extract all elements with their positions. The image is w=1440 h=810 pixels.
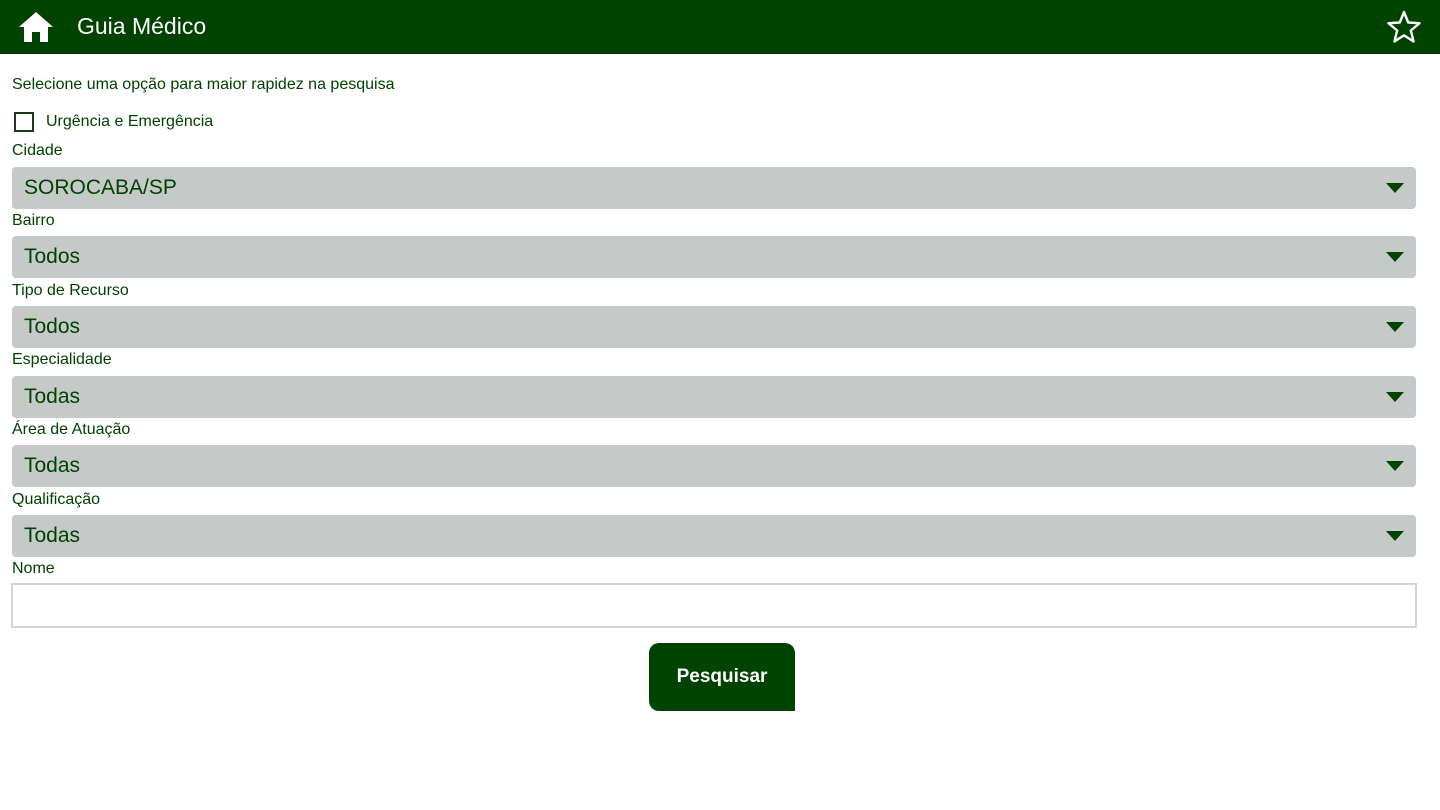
qualification-label: Qualificação [12, 491, 101, 508]
chevron-down-icon [1386, 531, 1404, 541]
urgency-checkbox-label[interactable]: Urgência e Emergência [46, 113, 213, 131]
city-select-value: SOROCABA/SP [24, 176, 177, 199]
neighborhood-select[interactable]: Todos [12, 236, 1416, 278]
specialty-select[interactable]: Todas [12, 376, 1416, 418]
star-outline-icon [1387, 10, 1421, 43]
name-label: Nome [12, 560, 55, 577]
neighborhood-label: Bairro [12, 212, 55, 229]
neighborhood-select-value: Todos [24, 245, 81, 268]
urgency-checkbox-row[interactable]: Urgência e Emergência [14, 110, 213, 134]
city-select[interactable]: SOROCABA/SP [12, 167, 1416, 209]
home-icon [19, 12, 53, 42]
home-button[interactable] [16, 9, 56, 45]
specialty-label: Especialidade [12, 351, 112, 368]
app-header: Guia Médico [0, 0, 1440, 54]
resource-type-label: Tipo de Recurso [12, 282, 129, 299]
chevron-down-icon [1386, 183, 1404, 193]
practice-area-select[interactable]: Todas [12, 445, 1416, 487]
chevron-down-icon [1386, 392, 1404, 402]
qualification-select-value: Todas [24, 524, 81, 547]
specialty-select-value: Todas [24, 385, 81, 408]
chevron-down-icon [1386, 322, 1404, 332]
form-hint: Selecione uma opção para maior rapidez n… [12, 76, 395, 93]
name-input[interactable] [11, 583, 1417, 628]
resource-type-select[interactable]: Todos [12, 306, 1416, 348]
favorite-button[interactable] [1386, 9, 1422, 45]
qualification-select[interactable]: Todas [12, 515, 1416, 557]
search-button[interactable]: Pesquisar [649, 643, 795, 711]
practice-area-label: Área de Atuação [12, 421, 131, 438]
resource-type-select-value: Todos [24, 315, 81, 338]
chevron-down-icon [1386, 252, 1404, 262]
city-label: Cidade [12, 142, 63, 159]
page-title: Guia Médico [77, 13, 207, 39]
practice-area-select-value: Todas [24, 454, 81, 477]
chevron-down-icon [1386, 461, 1404, 471]
urgency-checkbox[interactable] [14, 112, 34, 132]
